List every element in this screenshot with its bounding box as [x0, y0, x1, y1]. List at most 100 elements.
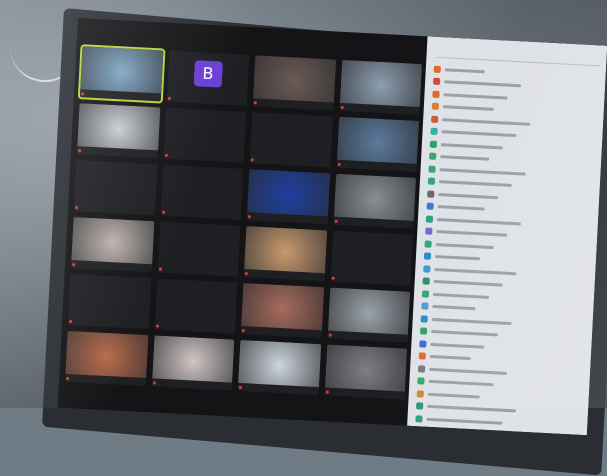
participant-name-blurred — [429, 355, 471, 361]
participant-avatar-icon — [429, 152, 437, 161]
mic-muted-icon — [247, 215, 251, 219]
participant-name-blurred — [440, 155, 490, 161]
participant-name — [68, 381, 143, 385]
participant-avatar-icon — [418, 352, 426, 360]
participant-name-blurred — [439, 167, 526, 176]
participant-name — [244, 333, 319, 337]
mic-muted-icon — [253, 101, 257, 105]
participant-name — [165, 130, 245, 134]
mic-muted-icon — [250, 158, 254, 162]
participant-avatar-icon — [431, 102, 440, 111]
participant-name — [159, 244, 239, 248]
participant-video — [253, 55, 336, 103]
mic-muted-icon — [167, 96, 171, 100]
participant-name-blurred — [444, 68, 485, 74]
participant-video — [244, 226, 327, 274]
mic-muted-icon — [238, 385, 242, 390]
mic-muted-icon — [77, 149, 82, 153]
participant-tile[interactable] — [67, 273, 151, 330]
participant-avatar-icon — [433, 65, 441, 73]
participant-tile[interactable] — [339, 59, 423, 115]
participant-tile[interactable] — [163, 107, 247, 163]
participant-name — [162, 187, 242, 191]
participant-avatar-icon — [421, 290, 430, 298]
mic-muted-icon — [66, 376, 70, 381]
participant-video — [324, 344, 408, 392]
participant-avatar-icon — [425, 227, 433, 236]
mic-muted-icon — [328, 333, 332, 337]
participant-name — [83, 96, 158, 100]
participant-video — [238, 339, 321, 387]
mic-muted-icon — [72, 263, 76, 267]
participant-tile[interactable] — [333, 173, 417, 229]
participant-avatar-icon — [419, 327, 428, 335]
participant-video — [80, 46, 163, 94]
participant-tile[interactable] — [324, 344, 408, 400]
participant-tile[interactable] — [246, 169, 330, 225]
participant-tile[interactable] — [157, 221, 241, 277]
participant-video — [241, 283, 324, 330]
participant-avatar-icon — [417, 365, 426, 373]
mic-muted-icon — [244, 272, 248, 276]
participant-avatar-icon — [427, 190, 435, 198]
participant-name-blurred — [442, 105, 494, 112]
mic-muted-icon — [74, 206, 79, 210]
participant-avatar-icon — [424, 240, 432, 248]
participant-tile[interactable] — [336, 116, 420, 172]
mic-muted-icon — [152, 381, 156, 385]
participant-name — [156, 300, 236, 304]
mic-muted-icon — [334, 219, 338, 223]
participant-avatar-icon — [430, 127, 438, 136]
participant-tile[interactable] — [77, 44, 165, 104]
participant-name — [327, 395, 402, 399]
participant-name — [342, 110, 417, 114]
participant-avatar-icon — [417, 377, 425, 385]
participant-tile[interactable] — [73, 160, 157, 216]
participant-avatar-icon — [428, 165, 436, 173]
participant-avatar-icon — [426, 202, 434, 211]
participant-avatar-icon — [419, 340, 427, 348]
mic-muted-icon — [337, 162, 341, 166]
participant-tile[interactable] — [237, 339, 321, 396]
participant-name — [332, 253, 412, 257]
mic-muted-icon — [241, 329, 245, 333]
participant-tile[interactable] — [64, 330, 149, 387]
participant-name-blurred — [427, 405, 517, 413]
participant-video — [77, 103, 160, 151]
participant-avatar-icon — [429, 140, 438, 148]
participant-tile[interactable] — [252, 55, 336, 111]
participant-tile[interactable] — [70, 217, 154, 273]
participant-video — [339, 59, 423, 107]
participant-video — [336, 116, 420, 164]
participant-name-blurred — [437, 205, 485, 211]
participant-name — [74, 267, 149, 271]
participant-tile[interactable] — [240, 283, 324, 339]
participant-name-blurred — [430, 342, 485, 349]
participant-avatar-icon — [423, 252, 432, 261]
mic-muted-icon — [340, 105, 344, 109]
mic-muted-icon — [164, 153, 168, 157]
participant-name — [330, 338, 405, 342]
participant-avatar-icon — [432, 90, 440, 98]
participant-video — [327, 287, 411, 335]
mic-muted-icon — [158, 267, 162, 271]
participant-name-blurred — [433, 280, 503, 287]
participant-name-blurred — [428, 380, 494, 387]
participant-name-blurred — [427, 392, 480, 399]
participant-tile[interactable] — [151, 335, 235, 391]
participant-name-blurred — [438, 192, 499, 199]
participant-tile[interactable] — [330, 230, 414, 286]
participant-name — [75, 182, 155, 186]
participant-avatar-icon — [427, 177, 436, 186]
participants-panel — [407, 36, 607, 436]
participant-avatar-icon — [415, 402, 424, 410]
participant-tile[interactable] — [243, 226, 327, 282]
participant-tile[interactable] — [160, 164, 244, 220]
participant-tile[interactable] — [327, 287, 411, 343]
mic-muted-icon — [325, 390, 329, 394]
participant-name — [336, 224, 411, 228]
participant-tile[interactable] — [76, 103, 160, 159]
participant-tile[interactable] — [249, 112, 333, 168]
participant-tile[interactable]: B — [166, 50, 250, 106]
participant-tile[interactable] — [154, 278, 238, 334]
